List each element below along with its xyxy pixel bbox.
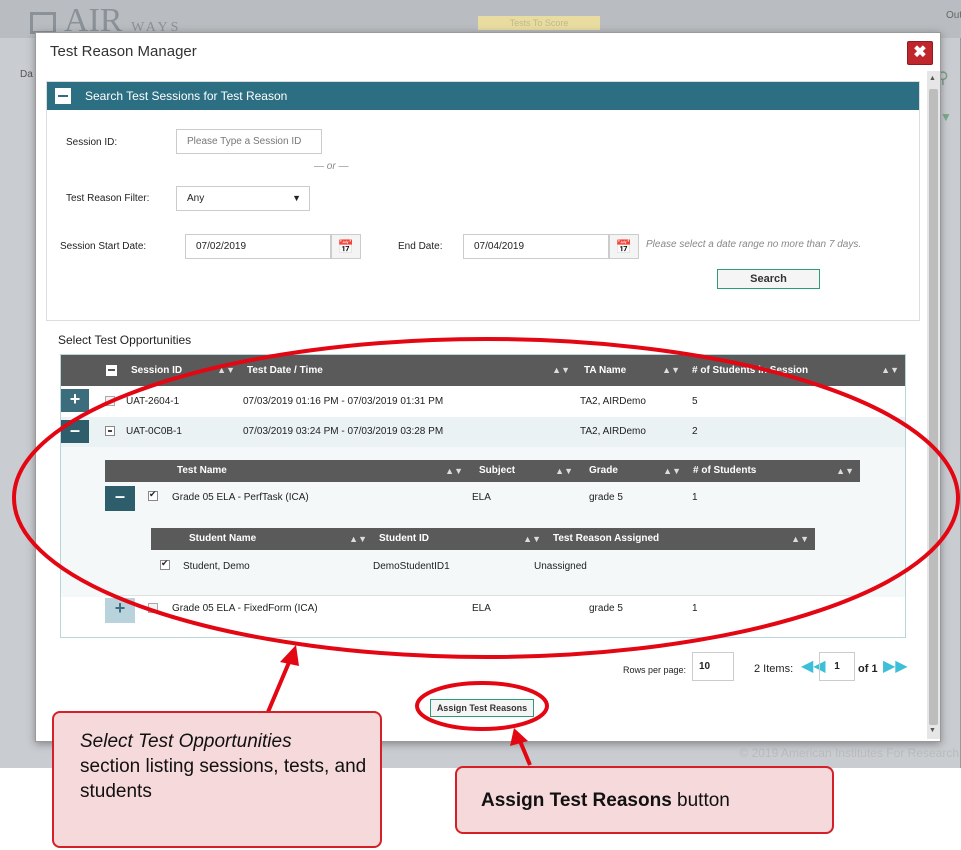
right-callout-bold: Assign Test Reasons [481,790,672,811]
right-callout-arrow [518,740,532,766]
right-callout-text: button [671,790,730,811]
left-arrow-head [280,645,299,666]
left-callout-italic: Select Test Opportunities [80,731,292,752]
right-arrow-head [510,728,528,746]
left-callout-arrow [266,659,292,713]
assign-button-highlight-ellipse [415,681,549,731]
left-callout: Select Test Opportunities section listing… [52,711,382,848]
right-callout: Assign Test Reasons button [455,766,834,834]
opportunities-highlight-ellipse [12,337,960,659]
left-callout-text: section listing sessions, tests, and stu… [80,756,367,802]
